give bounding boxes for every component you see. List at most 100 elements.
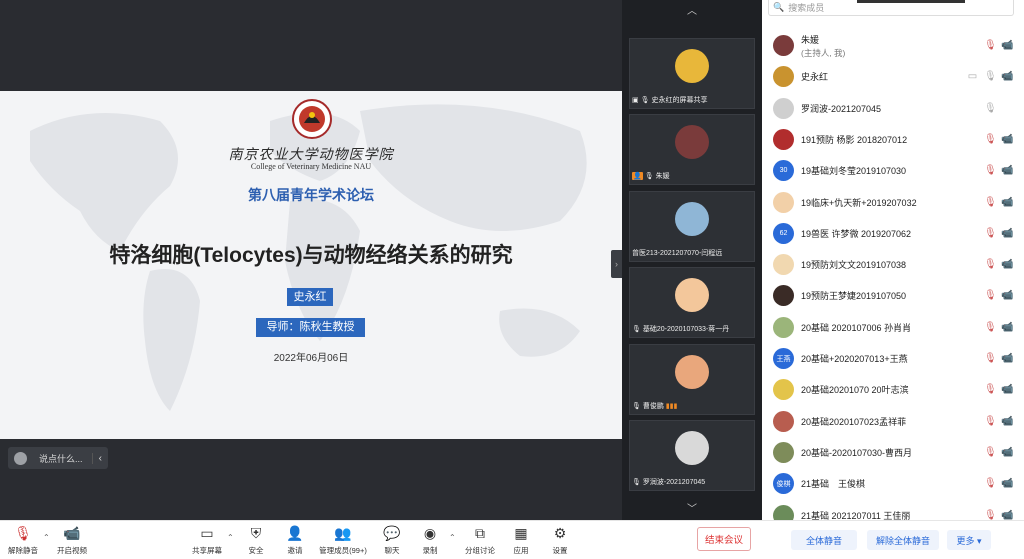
apps-grid-icon: ▦ xyxy=(514,524,528,541)
camera-off-icon[interactable]: 📹 xyxy=(1001,416,1013,427)
share-screen-button[interactable]: ▭ 共享屏幕 xyxy=(190,524,224,558)
forum-title: 第八届青年学术论坛 xyxy=(248,187,374,203)
mic-muted-icon[interactable]: 🎙 xyxy=(984,134,997,145)
camera-off-icon[interactable]: 📹 xyxy=(1001,71,1013,82)
video-strip: ︿ ▣ 🎙 史永红的屏幕共享 👤 🎙 朱媛 曾医213-2021207070-闫程远 🎙… xyxy=(622,0,762,520)
mic-muted-icon: 🎙 xyxy=(632,403,641,410)
chevron-up-icon[interactable]: ⌃ xyxy=(43,533,50,542)
camera-off-icon[interactable]: 📹 xyxy=(1001,447,1013,458)
video-tile[interactable]: 曾医213-2021207070-闫程远 xyxy=(629,191,755,262)
participant-row[interactable]: 罗润波-2021207045 🎙 xyxy=(762,93,1024,124)
participant-name: 20基础+2020207013+王燕 xyxy=(801,354,908,364)
settings-button[interactable]: ⚙ 设置 xyxy=(548,524,572,558)
camera-off-icon[interactable]: 📹 xyxy=(1001,290,1013,301)
chat-button[interactable]: 💬 聊天 xyxy=(380,524,404,558)
participant-row[interactable]: 20基础-2020107030-曹西月 🎙 📹 xyxy=(762,437,1024,468)
camera-off-icon[interactable]: 📹 xyxy=(1001,228,1013,239)
mic-muted-icon[interactable]: 🎙 xyxy=(984,447,997,458)
participant-row[interactable]: 俊棋 21基础 王俊棋 🎙 📹 xyxy=(762,468,1024,499)
video-tile[interactable]: ▣ 🎙 史永红的屏幕共享 xyxy=(629,38,755,109)
camera-off-icon[interactable]: 📹 xyxy=(1001,197,1013,208)
apps-button[interactable]: ▦ 应用 xyxy=(509,524,533,558)
presenter-label: 史永红 xyxy=(287,288,333,306)
avatar xyxy=(675,278,709,312)
start-video-button[interactable]: 📹 开启视频 xyxy=(55,524,89,558)
mic-muted-icon[interactable]: 🎙 xyxy=(984,416,997,427)
unmute-button[interactable]: 🎙 解除静音 xyxy=(6,524,40,558)
camera-off-icon[interactable]: 📹 xyxy=(1001,40,1013,51)
participant-row[interactable]: 30 19基础刘冬莹2019107030 🎙 📹 xyxy=(762,155,1024,186)
participant-row[interactable]: 王燕 20基础+2020207013+王燕 🎙 📹 xyxy=(762,343,1024,374)
mic-muted-icon[interactable]: 🎙 xyxy=(984,510,997,521)
camera-off-icon[interactable]: 📹 xyxy=(1001,322,1013,333)
mic-icon[interactable]: 🎙 xyxy=(984,71,997,82)
mic-muted-icon[interactable]: 🎙 xyxy=(984,384,997,395)
mic-muted-icon[interactable]: 🎙 xyxy=(984,478,997,489)
security-button[interactable]: ⛨ 安全 xyxy=(244,524,268,558)
avatar xyxy=(675,49,709,83)
participant-row[interactable]: 191预防 杨影 2018207012 🎙 📹 xyxy=(762,124,1024,155)
video-tile[interactable]: 🎙 曹俊鹏 ▮▮▮ xyxy=(629,344,755,415)
unmute-all-button[interactable]: 解除全体静音 xyxy=(867,530,939,550)
mute-all-button[interactable]: 全体静音 xyxy=(791,530,857,550)
avatar xyxy=(773,441,794,463)
breakout-button[interactable]: ⧉ 分组讨论 xyxy=(463,524,497,558)
mic-muted-icon[interactable]: 🎙 xyxy=(984,197,997,208)
avatar xyxy=(675,431,709,465)
participant-row[interactable]: 20基础 2020107006 孙肖肖 🎙 📹 xyxy=(762,312,1024,343)
strip-scroll-down-icon[interactable]: ﹀ xyxy=(622,500,762,515)
manage-members-button[interactable]: 👥 管理成员(99+) xyxy=(316,524,370,558)
camera-off-icon[interactable]: 📹 xyxy=(1001,510,1013,521)
avatar xyxy=(773,128,794,150)
camera-off-icon[interactable]: 📹 xyxy=(1001,384,1013,395)
participant-name: 19兽医 许梦微 2019207062 xyxy=(801,228,912,239)
video-tile[interactable]: 🎙 基础20-2020107033-蒋一丹 xyxy=(629,267,755,338)
more-button[interactable]: 更多 ▾ xyxy=(947,530,991,550)
participant-name: 20基础2020107023孟祥菲 xyxy=(801,416,907,427)
chat-input-bar[interactable]: 说点什么... ‹ xyxy=(8,447,108,469)
mic-muted-icon[interactable]: 🎙 xyxy=(984,322,997,333)
emoji-icon[interactable] xyxy=(14,451,27,465)
collapse-chat-icon[interactable]: ‹ xyxy=(91,452,108,464)
participant-row[interactable]: 19预防刘文文2019107038 🎙 📹 xyxy=(762,249,1024,280)
chevron-up-icon[interactable]: ⌃ xyxy=(227,533,234,542)
camera-off-icon[interactable]: 📹 xyxy=(1001,353,1013,364)
mic-icon: 🎙 xyxy=(632,479,641,486)
record-button[interactable]: ◉ 录制 xyxy=(418,524,442,558)
mic-muted-icon[interactable]: 🎙 xyxy=(984,228,997,239)
video-tile[interactable]: 👤 🎙 朱媛 xyxy=(629,114,755,185)
search-icon: 🔍 xyxy=(773,2,785,12)
avatar xyxy=(773,35,794,56)
chevron-up-icon[interactable]: ⌃ xyxy=(449,533,456,542)
panel-footer: 全体静音 解除全体静音 更多 ▾ xyxy=(762,520,1024,559)
participant-row[interactable]: 19预防王梦婕2019107050 🎙 📹 xyxy=(762,280,1024,311)
camera-off-icon[interactable]: 📹 xyxy=(1001,165,1013,176)
participant-row[interactable]: 20基础20201070 20叶志滨 🎙 📹 xyxy=(762,374,1024,405)
camera-off-icon[interactable]: 📹 xyxy=(1001,134,1013,145)
end-meeting-button[interactable]: 结束会议 xyxy=(697,527,751,551)
camera-off-icon[interactable]: 📹 xyxy=(1001,478,1013,489)
collapse-strip-handle[interactable]: › xyxy=(611,250,622,278)
participant-row[interactable]: 朱媛 (主持人, 我) 🎙 📹 xyxy=(762,30,1024,61)
participant-row[interactable]: 20基础2020107023孟祥菲 🎙 📹 xyxy=(762,406,1024,437)
participant-row[interactable]: 19临床+仇天新+2019207032 🎙 📹 xyxy=(762,187,1024,218)
signal-bars-icon: ▮▮▮ xyxy=(665,403,678,410)
chat-placeholder: 说点什么... xyxy=(39,453,83,464)
camera-off-icon[interactable]: 📹 xyxy=(1001,259,1013,270)
camera-off-icon: 📹 xyxy=(63,524,81,541)
participant-row[interactable]: 62 19兽医 许梦微 2019207062 🎙 📹 xyxy=(762,218,1024,249)
mic-muted-icon[interactable]: 🎙 xyxy=(984,165,997,176)
video-tile[interactable]: 🎙 罗润波-2021207045 xyxy=(629,420,755,491)
avatar xyxy=(773,254,794,276)
participant-row[interactable]: 史永红 ▭ 🎙 📹 xyxy=(762,61,1024,92)
shield-icon: ⛨ xyxy=(250,524,262,541)
search-members-input[interactable]: 🔍 搜索成员 xyxy=(768,0,1014,16)
strip-scroll-up-icon[interactable]: ︿ xyxy=(622,2,762,17)
mic-off-icon: 🎙 xyxy=(14,524,32,541)
invite-button[interactable]: 👤 邀请 xyxy=(283,524,307,558)
mic-muted-icon[interactable]: 🎙 xyxy=(984,353,997,364)
mic-muted-icon[interactable]: 🎙 xyxy=(984,259,997,270)
mic-muted-icon[interactable]: 🎙 xyxy=(984,290,997,301)
mic-icon[interactable]: 🎙 xyxy=(984,103,997,114)
mic-muted-icon[interactable]: 🎙 xyxy=(984,40,997,51)
